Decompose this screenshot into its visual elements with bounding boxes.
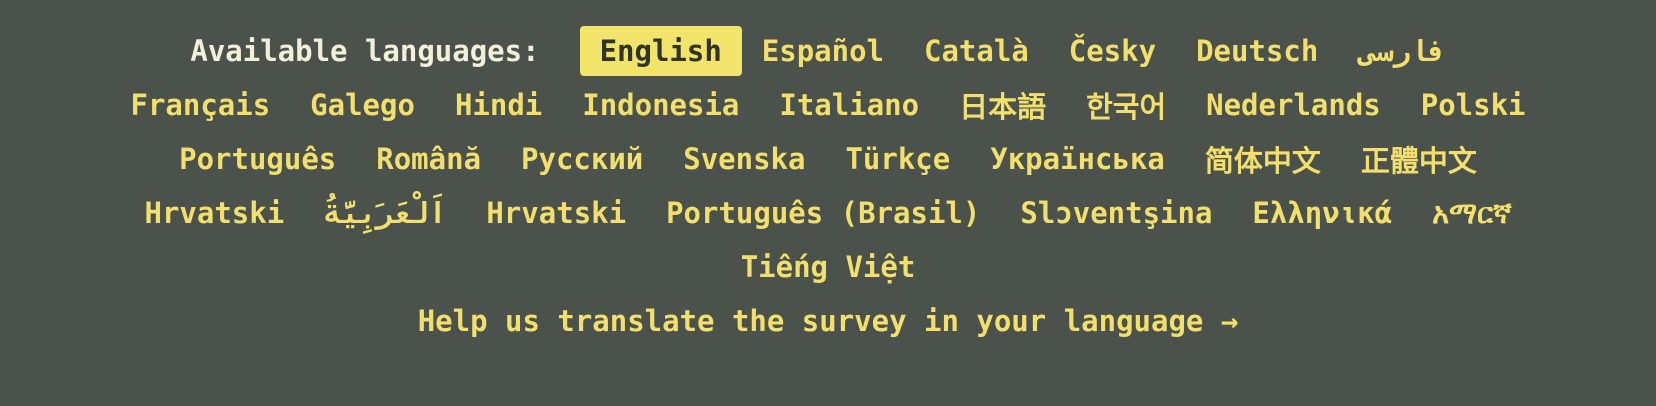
language-link-nederlands[interactable]: Nederlands [1186, 80, 1401, 130]
language-link-greek[interactable]: Ελληνικά [1232, 188, 1412, 238]
language-link-ukrainian[interactable]: Українська [970, 134, 1185, 184]
language-english-button[interactable]: English [579, 26, 742, 76]
language-link-espanol[interactable]: Español [742, 26, 904, 76]
language-link-italiano[interactable]: Italiano [759, 80, 939, 130]
language-selector: Available languages: English Español Cat… [0, 0, 1656, 348]
language-link-polski[interactable]: Polski [1401, 80, 1546, 130]
language-link-chinese-traditional[interactable]: 正體中文 [1341, 130, 1497, 188]
language-link-hindi[interactable]: Hindi [435, 80, 562, 130]
language-link-romana[interactable]: Română [356, 134, 501, 184]
language-link-russian[interactable]: Русский [501, 134, 663, 184]
language-link-svenska[interactable]: Svenska [663, 134, 825, 184]
language-row-1: Available languages: English Español Cat… [190, 24, 1465, 78]
language-link-deutsch[interactable]: Deutsch [1176, 26, 1338, 76]
language-link-slovenscina[interactable]: Slɔventşina [1000, 188, 1232, 238]
language-row-3: Português Română Русский Svenska Türkçe … [159, 132, 1497, 186]
language-row-4: Hrvatski اَلْعَرَبِيَّةُ Hrvatski Portug… [124, 186, 1531, 240]
language-link-farsi[interactable]: فارسی [1338, 26, 1465, 76]
language-link-turkce[interactable]: Türkçe [825, 134, 970, 184]
language-link-arabic[interactable]: اَلْعَرَبِيَّةُ [304, 188, 466, 238]
language-link-japanese[interactable]: 日本語 [939, 76, 1066, 134]
language-link-cesky[interactable]: Česky [1049, 26, 1176, 76]
language-link-portugues[interactable]: Português [159, 134, 356, 184]
language-link-vietnamese[interactable]: Tiếng Việt [721, 242, 936, 292]
language-link-amharic[interactable]: አማርኛ [1412, 188, 1531, 239]
language-row-2: Français Galego Hindi Indonesia Italiano… [110, 78, 1545, 132]
help-translate-link[interactable]: Help us translate the survey in your lan… [418, 294, 1239, 348]
language-link-portugues-brasil[interactable]: Português (Brasil) [646, 188, 1000, 238]
language-link-hrvatski[interactable]: Hrvatski [124, 188, 304, 238]
language-link-catala[interactable]: Català [904, 26, 1049, 76]
language-link-chinese-simplified[interactable]: 简体中文 [1185, 130, 1341, 188]
language-link-francais[interactable]: Français [110, 80, 290, 130]
available-languages-label: Available languages: [190, 34, 540, 68]
language-row-5: Tiếng Việt [721, 240, 936, 294]
language-link-hrvatski-2[interactable]: Hrvatski [466, 188, 646, 238]
language-link-galego[interactable]: Galego [290, 80, 435, 130]
language-link-korean[interactable]: 한국어 [1066, 76, 1186, 134]
language-rows: Available languages: English Español Cat… [40, 24, 1616, 348]
language-link-indonesia[interactable]: Indonesia [562, 80, 759, 130]
